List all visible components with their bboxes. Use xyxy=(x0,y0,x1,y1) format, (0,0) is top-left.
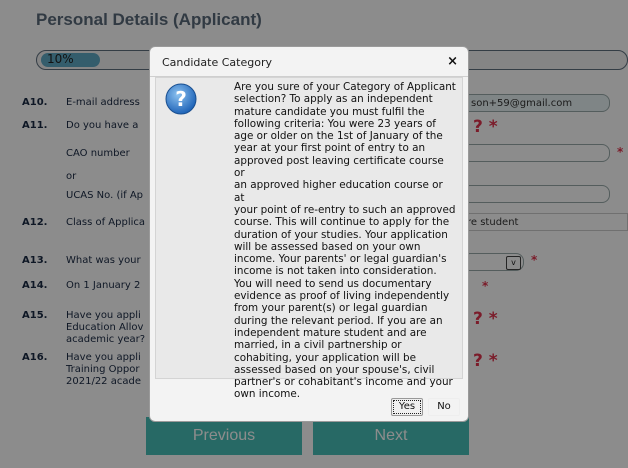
dialog-message: Are you sure of your Category of Applica… xyxy=(234,81,456,401)
svg-text:?: ? xyxy=(175,87,187,111)
dialog-title: Candidate Category xyxy=(162,56,272,69)
help-icon: ? xyxy=(165,83,197,115)
yes-button[interactable]: Yes xyxy=(391,398,423,416)
dialog-body: ? Are you sure of your Category of Appli… xyxy=(155,77,463,400)
candidate-category-dialog: Candidate Category × ? Are you sure of y… xyxy=(149,46,469,422)
close-icon[interactable]: × xyxy=(447,54,458,69)
no-button[interactable]: No xyxy=(428,398,460,416)
